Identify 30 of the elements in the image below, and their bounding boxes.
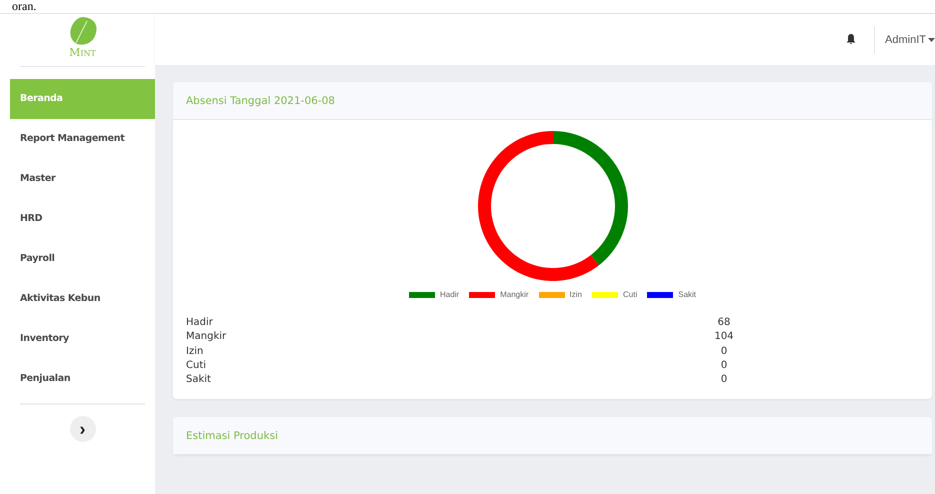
sidebar-item[interactable]: Aktivitas Kebun [10, 279, 155, 319]
stat-value: 68 [716, 316, 732, 330]
stat-value: 0 [720, 344, 728, 359]
stat-label: Sakit [186, 373, 211, 388]
legend-label: Sakit [678, 290, 696, 299]
logo-text: Mint [69, 46, 96, 60]
sidebar-toggle-button[interactable]: › [70, 416, 96, 442]
sidebar-item[interactable]: HRD [10, 199, 155, 239]
stat-value: 0 [720, 358, 728, 373]
document-text-fragment: oran. [11, 0, 38, 13]
caret-icon [928, 38, 935, 42]
stat-label: Izin [186, 344, 204, 359]
stat-value: 0 [720, 373, 728, 388]
stat-label: Hadir [186, 316, 213, 330]
sidebar-item[interactable]: Report Management [10, 119, 155, 159]
user-menu[interactable]: AdminIT [885, 34, 935, 46]
legend-label: Hadir [440, 290, 460, 299]
sidebar-item[interactable]: Master [10, 159, 155, 199]
legend-label: Izin [570, 290, 582, 299]
stat-label: Mangkir [186, 330, 226, 344]
card-title: Absensi Tanggal 2021-06-08 [186, 94, 335, 106]
bell-icon[interactable] [846, 34, 856, 45]
sidebar-item[interactable]: Inventory [10, 319, 155, 359]
legend-label: Mangkir [500, 290, 529, 299]
card-title: Estimasi Produksi [186, 430, 278, 442]
stat-label: Cuti [186, 358, 206, 373]
sidebar-item[interactable]: Payroll [10, 239, 155, 279]
legend-label: Cuti [623, 290, 638, 299]
stat-value: 104 [714, 330, 734, 344]
sidebar-item[interactable]: Penjualan [10, 359, 155, 399]
